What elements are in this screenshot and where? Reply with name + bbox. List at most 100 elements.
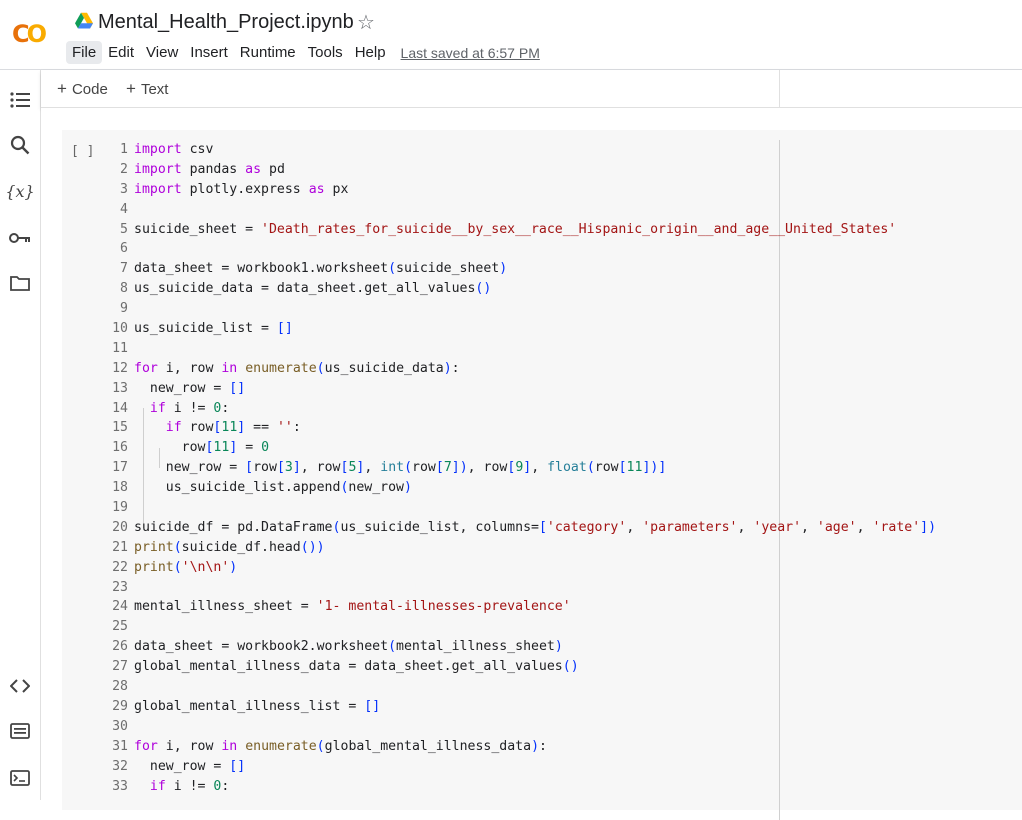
code-token: ( xyxy=(316,738,325,754)
line-number: 12 xyxy=(112,360,128,376)
line-number: 8 xyxy=(120,281,128,297)
code-text: print(suicide_df.head()) xyxy=(134,538,325,558)
code-token: , xyxy=(531,460,548,476)
code-token: : xyxy=(451,360,460,376)
code-text: for i, row in enumerate(global_mental_il… xyxy=(134,737,547,757)
code-text: import csv xyxy=(134,140,213,160)
code-token: mental_illness_sheet xyxy=(396,639,555,655)
key-icon[interactable] xyxy=(8,226,32,250)
menu-tools[interactable]: Tools xyxy=(302,41,349,64)
code-token: float xyxy=(547,460,587,476)
code-text: global_mental_illness_list = [] xyxy=(134,697,380,717)
line-number: 15 xyxy=(112,420,128,436)
code-token: for xyxy=(134,738,158,754)
code-token: i != xyxy=(165,400,214,416)
folder-icon[interactable] xyxy=(8,271,32,295)
command-palette-icon[interactable] xyxy=(8,719,32,743)
menu-help[interactable]: Help xyxy=(349,41,392,64)
code-token: suicide_sheet = xyxy=(134,221,262,237)
menu-runtime[interactable]: Runtime xyxy=(234,41,302,64)
code-token: ( xyxy=(316,360,325,376)
code-token: in xyxy=(221,738,238,754)
line-number: 16 xyxy=(112,440,128,456)
line-number: 3 xyxy=(120,181,128,197)
code-token: ( xyxy=(173,539,182,555)
code-token: 'Death_rates_for_suicide__by_sex__race__… xyxy=(261,221,897,237)
code-token: row xyxy=(253,460,277,476)
code-token: suicide_df = pd.DataFrame xyxy=(134,519,333,535)
code-token: mental_illness_sheet = xyxy=(134,599,317,615)
notebook-title[interactable]: Mental_Health_Project.ipynb xyxy=(98,11,354,34)
line-number: 26 xyxy=(112,639,128,655)
plus-icon: + xyxy=(57,79,67,98)
terminal-icon[interactable] xyxy=(8,766,32,790)
code-token: 'age' xyxy=(816,519,857,535)
code-text: if row[11] == '': xyxy=(134,418,301,438)
code-token: us_suicide_data = data_sheet.get_all_val… xyxy=(134,281,476,297)
line-number: 10 xyxy=(112,321,128,337)
menu-edit[interactable]: Edit xyxy=(102,41,140,64)
code-token: , xyxy=(737,519,754,535)
search-icon[interactable] xyxy=(8,133,32,157)
code-token: ( xyxy=(173,559,182,575)
code-token: ( xyxy=(388,261,397,277)
run-cell-indicator[interactable]: [ ] xyxy=(71,144,94,159)
code-token: , row xyxy=(300,460,341,476)
code-token: new_row xyxy=(348,480,404,496)
menu-file[interactable]: File xyxy=(66,41,103,64)
code-token: for xyxy=(134,360,158,376)
code-token: 3 xyxy=(284,460,293,476)
code-token: int xyxy=(380,460,405,476)
code-token: [ xyxy=(538,519,547,535)
line-number: 4 xyxy=(120,201,128,217)
code-token: [ xyxy=(276,460,285,476)
code-token: if xyxy=(165,420,182,436)
code-token: data_sheet = workbook2.worksheet xyxy=(134,639,389,655)
line-number: 9 xyxy=(120,301,128,317)
menu-insert[interactable]: Insert xyxy=(184,41,234,64)
code-cell[interactable]: [ ] 1 import csv 2 import pandas as pd 3 impo… xyxy=(62,130,1022,820)
code-token: import xyxy=(134,181,182,197)
code-token: global_mental_illness_data xyxy=(324,738,532,754)
code-text: suicide_df = pd.DataFrame(us_suicide_lis… xyxy=(134,518,936,538)
star-icon[interactable]: ☆ xyxy=(357,10,375,35)
colab-logo[interactable]: CO xyxy=(12,20,47,48)
toc-icon[interactable] xyxy=(8,88,32,112)
code-token: 'rate' xyxy=(872,519,921,535)
code-token: ) xyxy=(229,559,238,575)
code-token: ]) xyxy=(451,460,468,476)
line-number: 31 xyxy=(112,738,128,754)
code-text: if i != 0: xyxy=(134,399,229,419)
line-number: 32 xyxy=(112,758,128,774)
last-saved-link[interactable]: Last saved at 6:57 PM xyxy=(401,45,540,61)
code-text: new_row = [] xyxy=(134,379,245,399)
line-number: 22 xyxy=(112,559,128,575)
code-token: import xyxy=(134,161,182,177)
code-token: [ xyxy=(245,460,254,476)
code-token: , row xyxy=(467,460,508,476)
code-token: row xyxy=(412,460,436,476)
cell-toolbar: + Code + Text xyxy=(41,70,1022,116)
code-token: 7 xyxy=(443,460,452,476)
line-number: 21 xyxy=(112,539,128,555)
variables-icon[interactable]: {x} xyxy=(5,179,34,203)
code-token: i, row xyxy=(157,738,222,754)
code-token: us_suicide_list, columns= xyxy=(340,519,539,535)
google-drive-icon[interactable] xyxy=(75,12,93,30)
code-token: plotly.express xyxy=(181,181,309,197)
code-token: ] xyxy=(292,460,301,476)
add-text-button[interactable]: + Text xyxy=(126,79,168,99)
line-number: 29 xyxy=(112,698,128,714)
code-text: us_suicide_list = [] xyxy=(134,319,293,339)
code-token: == xyxy=(245,420,277,436)
code-token: ) xyxy=(443,360,452,376)
code-token: ) xyxy=(554,639,563,655)
code-snippets-icon[interactable] xyxy=(8,674,32,698)
code-token: row xyxy=(181,420,214,436)
line-number: 2 xyxy=(120,161,128,177)
menu-view[interactable]: View xyxy=(140,41,184,64)
line-length-ruler xyxy=(779,140,780,820)
code-token: 11 xyxy=(221,420,238,436)
add-code-button[interactable]: + Code xyxy=(57,79,108,99)
